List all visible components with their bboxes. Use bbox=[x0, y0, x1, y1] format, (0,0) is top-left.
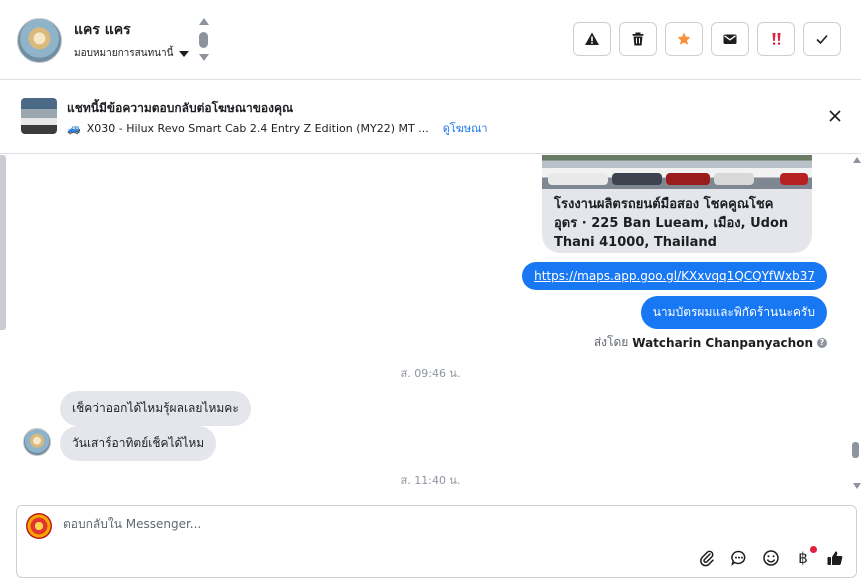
star-button[interactable] bbox=[665, 22, 703, 56]
envelope-icon bbox=[723, 34, 737, 44]
trash-icon bbox=[632, 32, 644, 46]
car-shape bbox=[548, 173, 608, 185]
mark-done-button[interactable] bbox=[803, 22, 841, 56]
conversation-navigator[interactable] bbox=[197, 18, 211, 64]
caret-down-icon bbox=[179, 50, 190, 57]
notification-dot bbox=[810, 546, 817, 553]
navigator-handle bbox=[199, 32, 208, 48]
sent-by-info: ส่งโดย Watcharin Chanpanyachon ? bbox=[594, 333, 827, 352]
scroll-thumb[interactable] bbox=[852, 442, 859, 458]
incoming-message[interactable]: วันเสาร์อาทิตย์เช็คได้ไหม bbox=[60, 426, 217, 461]
paperclip-icon bbox=[700, 550, 714, 567]
spam-button[interactable] bbox=[573, 22, 611, 56]
car-shape bbox=[714, 173, 754, 185]
contact-avatar[interactable] bbox=[17, 18, 62, 63]
car-shape bbox=[666, 173, 710, 185]
exclamation-icon bbox=[772, 33, 781, 45]
emoji-button[interactable] bbox=[762, 549, 780, 567]
info-icon[interactable]: ? bbox=[817, 337, 827, 348]
timestamp-divider: ส. 09:46 น. bbox=[400, 367, 461, 380]
right-scrollbar[interactable] bbox=[851, 155, 861, 500]
ad-thumbnail[interactable] bbox=[21, 98, 57, 134]
location-name: โรงงานผลิตรถยนต์มือสอง โชคคูณโชค อุดร · … bbox=[554, 197, 789, 250]
ad-description: X030 - Hilux Revo Smart Cab 2.4 Entry Z … bbox=[86, 121, 429, 135]
car-shape bbox=[612, 173, 662, 185]
scroll-up-arrow[interactable] bbox=[853, 157, 861, 163]
timestamp-divider: ส. 11:40 น. bbox=[400, 474, 461, 487]
car-icon: 🚙 bbox=[67, 121, 81, 135]
location-photo bbox=[542, 155, 812, 189]
contact-name[interactable]: แคร แคร bbox=[74, 19, 131, 41]
incoming-message[interactable]: เช็คว่าออกได้ไหมรุ้ผลเลยไหมคะ bbox=[60, 391, 251, 426]
ad-banner-title: แชทนี้มีข้อความตอบกลับต่อโฆษณาของคุณ bbox=[67, 101, 294, 115]
reply-input[interactable] bbox=[63, 517, 663, 531]
left-scrollbar[interactable] bbox=[0, 155, 6, 330]
location-card[interactable]: โรงงานผลิตรถยนต์มือสอง โชคคูณโชค อุดร · … bbox=[542, 155, 812, 253]
page-avatar bbox=[26, 513, 52, 539]
header-actions bbox=[573, 22, 841, 56]
delete-button[interactable] bbox=[619, 22, 657, 56]
next-conversation-icon[interactable] bbox=[199, 54, 209, 61]
close-icon[interactable] bbox=[827, 108, 843, 124]
follow-up-button[interactable] bbox=[757, 22, 795, 56]
composer-tools: ฿ bbox=[698, 546, 844, 567]
chat-bubble-icon bbox=[731, 550, 746, 566]
conversation-header: แคร แคร มอบหมายการสนทนานี้ bbox=[0, 0, 861, 80]
attach-button[interactable] bbox=[698, 549, 716, 567]
payment-button[interactable]: ฿ bbox=[794, 546, 817, 567]
ad-reply-banner: แชทนี้มีข้อความตอบกลับต่อโฆษณาของคุณ 🚙 X… bbox=[0, 81, 861, 154]
emoji-icon bbox=[763, 550, 779, 566]
saved-replies-button[interactable] bbox=[730, 549, 748, 567]
scroll-down-arrow[interactable] bbox=[853, 483, 861, 489]
car-shape bbox=[780, 173, 808, 185]
previous-conversation-icon[interactable] bbox=[199, 18, 209, 25]
ad-banner-subtitle: 🚙 X030 - Hilux Revo Smart Cab 2.4 Entry … bbox=[67, 119, 488, 137]
reply-composer: ฿ bbox=[16, 505, 857, 578]
baht-icon: ฿ bbox=[798, 549, 808, 567]
check-icon bbox=[816, 34, 828, 45]
assign-label: มอบหมายการสนทนานี้ bbox=[74, 48, 174, 59]
outgoing-link-message[interactable]: https://maps.app.goo.gl/KXxvqq1QCQYfWxb3… bbox=[522, 262, 827, 290]
like-button[interactable] bbox=[826, 549, 844, 567]
sender-name: Watcharin Chanpanyachon bbox=[632, 335, 813, 350]
assign-conversation-dropdown[interactable]: มอบหมายการสนทนานี้ bbox=[74, 46, 190, 61]
sent-by-label: ส่งโดย bbox=[593, 335, 629, 349]
mark-unread-button[interactable] bbox=[711, 22, 749, 56]
view-ad-link[interactable]: ดูโฆษณา bbox=[443, 119, 488, 137]
star-icon bbox=[677, 32, 691, 45]
outgoing-message[interactable]: นามบัตรผมและพิกัดร้านนะครับ bbox=[640, 296, 827, 329]
contact-avatar-small[interactable] bbox=[23, 428, 51, 456]
warning-icon bbox=[585, 32, 599, 45]
message-thread[interactable]: โรงงานผลิตรถยนต์มือสอง โชคคูณโชค อุดร · … bbox=[0, 155, 861, 500]
maps-link[interactable]: https://maps.app.goo.gl/KXxvqq1QCQYfWxb3… bbox=[534, 269, 815, 283]
thumbs-up-icon bbox=[827, 551, 843, 565]
